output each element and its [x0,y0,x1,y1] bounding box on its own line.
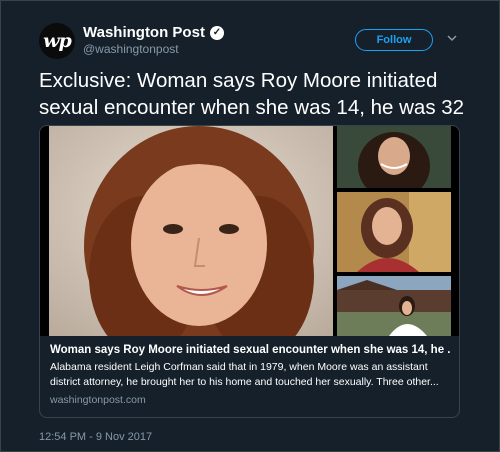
card-description: Alabama resident Leigh Corfman said that… [50,361,439,388]
account-name-row[interactable]: Washington Post ✓ [83,24,224,41]
side-photo-2 [337,192,451,272]
main-portrait-photo [49,126,333,336]
avatar[interactable]: wp [39,23,75,59]
side-photo-1 [337,126,451,188]
card-title[interactable]: Woman says Roy Moore initiated sexual en… [50,344,450,356]
verified-badge-icon: ✓ [209,25,224,40]
tweet-card: wp Washington Post ✓ @washingtonpost Fol… [0,0,500,452]
display-name[interactable]: Washington Post [83,24,205,41]
account-handle[interactable]: @washingtonpost [83,42,179,56]
follow-button[interactable]: Follow [355,29,433,51]
tweet-timestamp[interactable]: 12:54 PM - 9 Nov 2017 [39,431,152,443]
link-preview-card[interactable]: Woman says Roy Moore initiated sexual en… [39,125,460,418]
tweet-text: Exclusive: Woman says Roy Moore initiate… [39,69,465,119]
side-photo-3 [337,276,451,336]
card-image-collage [40,126,459,336]
chevron-down-icon[interactable] [447,33,457,43]
card-text: Woman says Roy Moore initiated sexual en… [50,344,450,406]
card-domain: washingtonpost.com [50,394,146,406]
